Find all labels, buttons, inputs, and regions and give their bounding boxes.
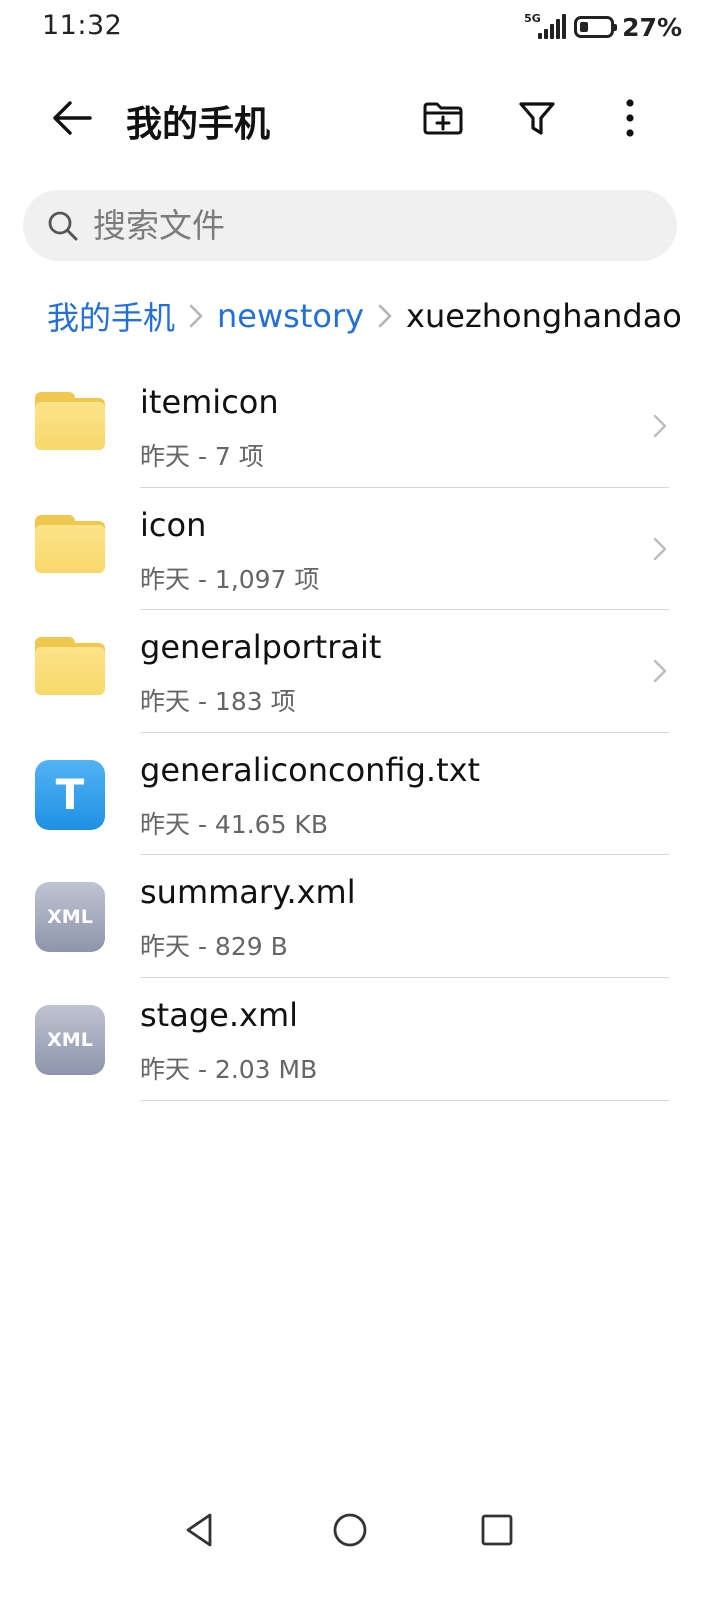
breadcrumb: 我的手机 newstory xuezhonghandao (47, 290, 720, 342)
search-icon (48, 211, 78, 241)
file-list: itemicon 昨天 - 7 项 icon 昨天 - 1,097 项 gene… (0, 365, 720, 1101)
chevron-right-icon (378, 304, 392, 328)
new-folder-button[interactable] (415, 90, 471, 146)
list-item-file-generaliconconfig[interactable]: T generaliconconfig.txt 昨天 - 41.65 KB (0, 733, 720, 856)
home-circle-icon (333, 1513, 367, 1547)
file-name: generalportrait (140, 628, 382, 667)
battery-percent: 27% (622, 12, 682, 42)
text-file-icon: T (35, 759, 105, 830)
breadcrumb-item-newstory[interactable]: newstory (217, 297, 364, 335)
nav-home-button[interactable] (327, 1507, 373, 1553)
back-arrow-icon (53, 101, 92, 135)
xml-file-icon: XML (35, 1004, 105, 1075)
file-meta: 昨天 - 7 项 (140, 442, 264, 471)
status-time: 11:32 (42, 10, 123, 41)
page-title: 我的手机 (126, 104, 271, 145)
folder-icon (35, 514, 105, 585)
more-options-button[interactable] (602, 90, 658, 146)
chevron-right-icon (653, 414, 667, 438)
list-item-file-stage[interactable]: XML stage.xml 昨天 - 2.03 MB (0, 978, 720, 1101)
status-bar: 11:32 5G 27% (0, 0, 720, 56)
file-name: stage.xml (140, 995, 298, 1034)
list-item-folder-generalportrait[interactable]: generalportrait 昨天 - 183 项 (0, 610, 720, 733)
chevron-right-icon (189, 304, 203, 328)
xml-file-icon: XML (35, 882, 105, 953)
file-name: summary.xml (140, 873, 356, 912)
file-meta: 昨天 - 183 项 (140, 687, 296, 717)
filter-button[interactable] (509, 90, 565, 146)
app-bar: 我的手机 (0, 78, 720, 158)
breadcrumb-item-my-phone[interactable]: 我的手机 (47, 293, 175, 339)
back-triangle-icon (186, 1513, 212, 1547)
chevron-right-icon (653, 537, 667, 560)
system-nav-bar (0, 1495, 720, 1565)
folder-icon (35, 392, 105, 462)
back-button[interactable] (44, 90, 100, 146)
breadcrumb-item-current: xuezhonghandao (406, 297, 682, 335)
nav-recents-button[interactable] (474, 1507, 520, 1553)
file-meta: 昨天 - 1,097 项 (140, 564, 320, 594)
more-vertical-icon (626, 99, 634, 137)
status-indicators: 5G 27% (524, 12, 682, 42)
signal-icon: 5G (524, 13, 567, 41)
recents-square-icon (481, 1514, 513, 1546)
list-item-folder-icon[interactable]: icon 昨天 - 1,097 项 (0, 488, 720, 611)
new-folder-icon (423, 102, 463, 135)
file-name: icon (140, 505, 207, 544)
chevron-right-icon (653, 659, 667, 683)
file-meta: 昨天 - 2.03 MB (140, 1054, 318, 1084)
search-bar[interactable] (23, 190, 677, 261)
nav-back-button[interactable] (177, 1507, 223, 1553)
divider (140, 1099, 669, 1101)
search-input[interactable] (93, 196, 653, 254)
battery-icon (574, 16, 618, 38)
file-name: itemicon (140, 383, 279, 421)
file-name: generaliconconfig.txt (140, 750, 481, 789)
file-meta: 昨天 - 829 B (140, 932, 288, 962)
list-item-file-summary[interactable]: XML summary.xml 昨天 - 829 B (0, 855, 720, 978)
filter-icon (519, 102, 555, 135)
folder-icon (35, 637, 105, 707)
file-meta: 昨天 - 41.65 KB (140, 809, 328, 839)
list-item-folder-itemicon[interactable]: itemicon 昨天 - 7 项 (0, 365, 720, 488)
